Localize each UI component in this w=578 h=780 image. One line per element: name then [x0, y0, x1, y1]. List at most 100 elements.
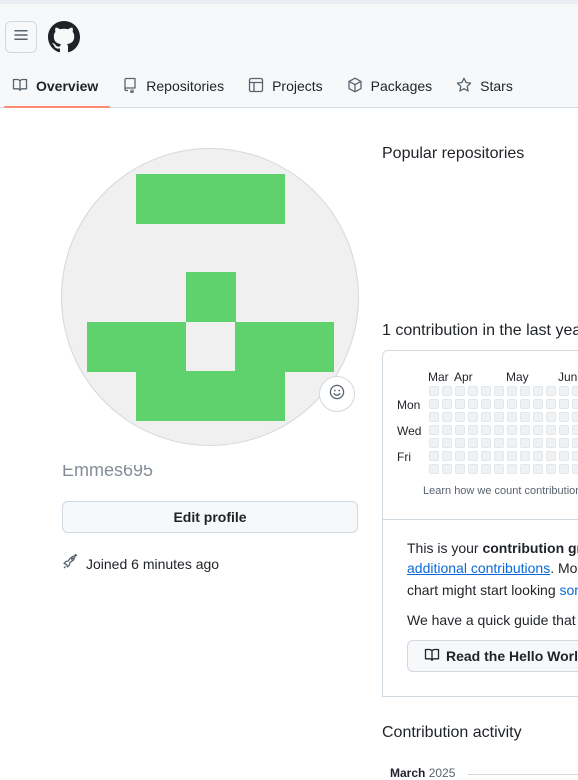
- contribution-cell[interactable]: [572, 386, 578, 396]
- contribution-cell[interactable]: [533, 412, 543, 422]
- contribution-cell[interactable]: [442, 412, 452, 422]
- contribution-cell[interactable]: [442, 425, 452, 435]
- github-logo-icon[interactable]: [48, 21, 80, 53]
- contribution-cell[interactable]: [546, 399, 556, 409]
- contribution-cell[interactable]: [442, 438, 452, 448]
- contribution-cell[interactable]: [429, 438, 439, 448]
- contribution-cell[interactable]: [442, 451, 452, 461]
- contribution-cell[interactable]: [494, 399, 504, 409]
- contribution-cell[interactable]: [546, 438, 556, 448]
- contribution-cell[interactable]: [429, 399, 439, 409]
- contribution-cell[interactable]: [572, 464, 578, 474]
- hello-world-guide-button[interactable]: Read the Hello World: [407, 640, 578, 672]
- contribution-cell[interactable]: [481, 386, 491, 396]
- contribution-cell[interactable]: [533, 386, 543, 396]
- contribution-cell[interactable]: [507, 399, 517, 409]
- contribution-cell[interactable]: [468, 412, 478, 422]
- contribution-cell[interactable]: [546, 464, 556, 474]
- contribution-cell[interactable]: [559, 386, 569, 396]
- contribution-cell[interactable]: [546, 386, 556, 396]
- contribution-cell[interactable]: [559, 438, 569, 448]
- contribution-cell[interactable]: [429, 425, 439, 435]
- contribution-cell[interactable]: [546, 412, 556, 422]
- contribution-cell[interactable]: [468, 464, 478, 474]
- contribution-cell[interactable]: [494, 425, 504, 435]
- contribution-cell[interactable]: [442, 464, 452, 474]
- contribution-cell[interactable]: [442, 399, 452, 409]
- contribution-cell[interactable]: [559, 425, 569, 435]
- contribution-cell[interactable]: [429, 464, 439, 474]
- contribution-cell[interactable]: [546, 451, 556, 461]
- contribution-cell[interactable]: [546, 425, 556, 435]
- tab-packages[interactable]: Packages: [335, 66, 444, 106]
- contribution-cell[interactable]: [520, 464, 530, 474]
- contribution-cell[interactable]: [455, 386, 465, 396]
- contribution-cell[interactable]: [442, 386, 452, 396]
- contribution-cell[interactable]: [507, 386, 517, 396]
- contribution-cell[interactable]: [520, 451, 530, 461]
- contribution-cell[interactable]: [494, 451, 504, 461]
- contribution-cell[interactable]: [559, 399, 569, 409]
- contribution-cell[interactable]: [468, 399, 478, 409]
- contribution-cell[interactable]: [533, 425, 543, 435]
- contribution-cell[interactable]: [468, 425, 478, 435]
- contribution-cell[interactable]: [520, 425, 530, 435]
- edit-profile-button[interactable]: Edit profile: [62, 501, 358, 533]
- tab-projects[interactable]: Projects: [236, 66, 335, 106]
- contribution-cell[interactable]: [481, 438, 491, 448]
- tab-stars[interactable]: Stars: [444, 66, 525, 106]
- contribution-cell[interactable]: [494, 386, 504, 396]
- contribution-cell[interactable]: [429, 451, 439, 461]
- tab-repositories[interactable]: Repositories: [110, 66, 236, 106]
- contribution-cell[interactable]: [455, 464, 465, 474]
- contribution-cell[interactable]: [481, 451, 491, 461]
- tab-overview[interactable]: Overview: [0, 66, 111, 108]
- contribution-cell[interactable]: [507, 438, 517, 448]
- contribution-cell[interactable]: [507, 451, 517, 461]
- activity-month-name: March: [390, 766, 426, 780]
- contribution-cell[interactable]: [494, 412, 504, 422]
- something-link[interactable]: something: [560, 582, 578, 598]
- contribution-cell[interactable]: [507, 425, 517, 435]
- contribution-cell[interactable]: [559, 412, 569, 422]
- contribution-cell[interactable]: [455, 425, 465, 435]
- contribution-cell[interactable]: [520, 438, 530, 448]
- contribution-cell[interactable]: [559, 464, 569, 474]
- contribution-cell[interactable]: [429, 412, 439, 422]
- menu-button[interactable]: [5, 21, 37, 53]
- contribution-cell[interactable]: [533, 464, 543, 474]
- learn-contributions-link[interactable]: Learn how we count contributions: [423, 485, 578, 497]
- contribution-cell[interactable]: [572, 412, 578, 422]
- contribution-cell[interactable]: [572, 451, 578, 461]
- contribution-cell[interactable]: [468, 386, 478, 396]
- identicon-block: [235, 322, 334, 372]
- contribution-cell[interactable]: [494, 438, 504, 448]
- contribution-cell[interactable]: [481, 399, 491, 409]
- contribution-cell[interactable]: [572, 399, 578, 409]
- contribution-cell[interactable]: [520, 399, 530, 409]
- avatar[interactable]: [61, 148, 359, 446]
- contribution-cell[interactable]: [533, 438, 543, 448]
- contribution-cell[interactable]: [468, 451, 478, 461]
- contribution-cell[interactable]: [481, 464, 491, 474]
- contribution-cell[interactable]: [572, 438, 578, 448]
- contribution-cell[interactable]: [507, 412, 517, 422]
- contribution-cell[interactable]: [481, 425, 491, 435]
- contribution-cell[interactable]: [572, 425, 578, 435]
- contribution-cell[interactable]: [520, 386, 530, 396]
- contribution-cell[interactable]: [520, 412, 530, 422]
- contribution-cell[interactable]: [533, 451, 543, 461]
- contribution-cell[interactable]: [507, 464, 517, 474]
- contribution-cell[interactable]: [455, 412, 465, 422]
- contribution-cell[interactable]: [494, 464, 504, 474]
- contribution-cell[interactable]: [455, 438, 465, 448]
- contribution-cell[interactable]: [481, 412, 491, 422]
- contribution-cell[interactable]: [455, 451, 465, 461]
- contribution-cell[interactable]: [559, 451, 569, 461]
- contribution-cell[interactable]: [468, 438, 478, 448]
- set-status-button[interactable]: [319, 376, 355, 412]
- contribution-cell[interactable]: [455, 399, 465, 409]
- contribution-cell[interactable]: [533, 399, 543, 409]
- contribution-cell[interactable]: [429, 386, 439, 396]
- additional-contributions-link[interactable]: additional contributions: [407, 560, 550, 576]
